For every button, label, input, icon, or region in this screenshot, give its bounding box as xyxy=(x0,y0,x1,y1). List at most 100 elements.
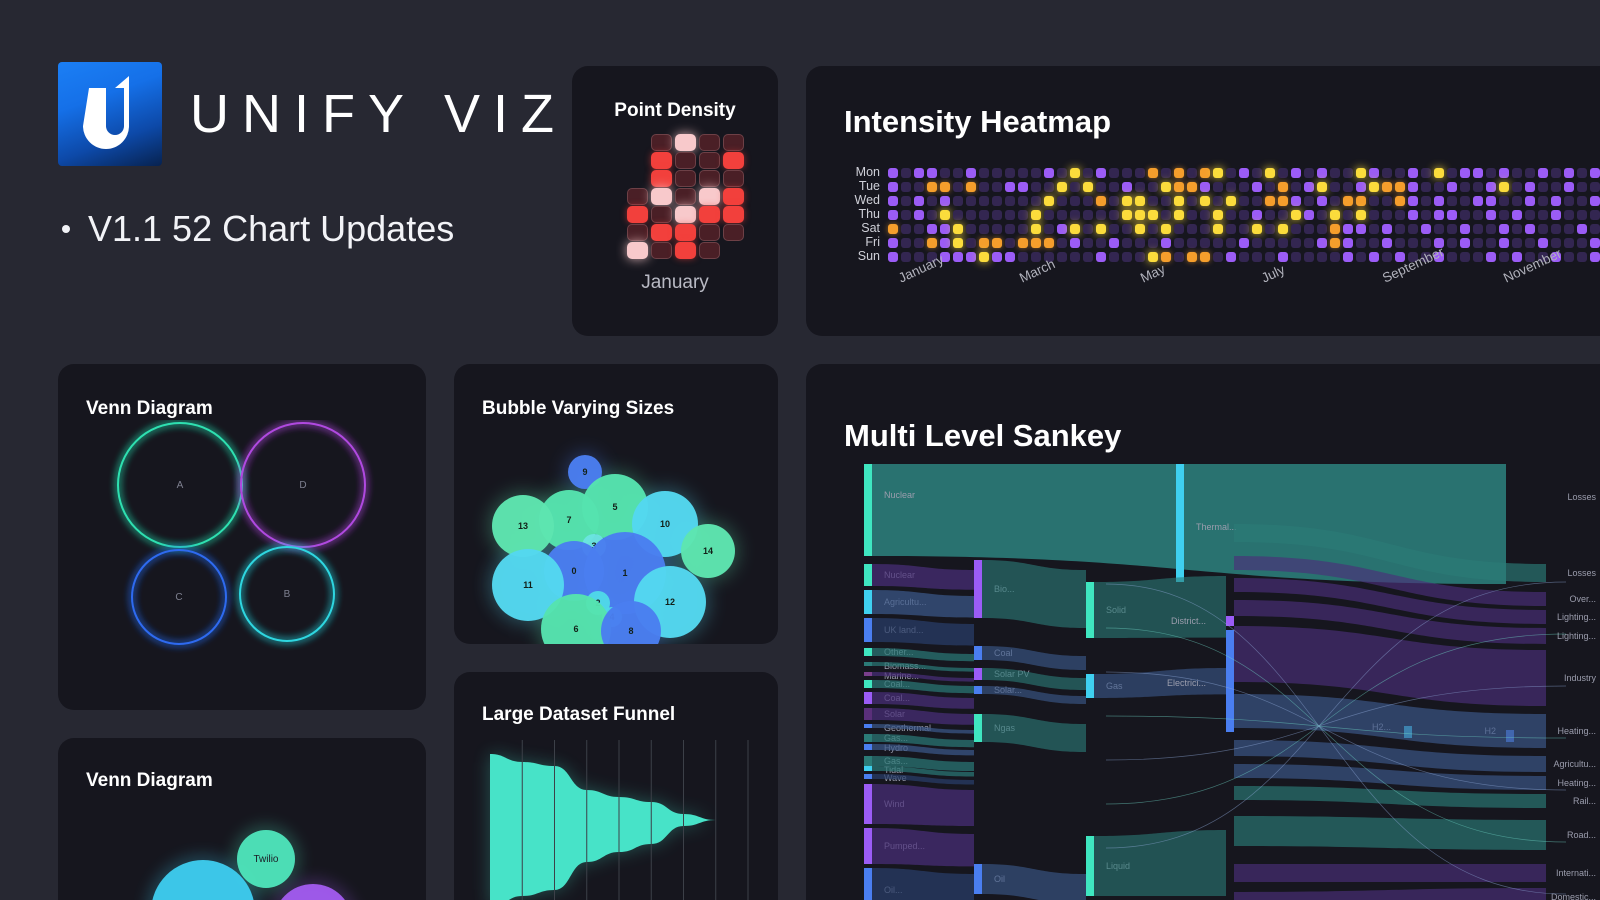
card-intensity-heatmap[interactable]: Intensity Heatmap Mon Tue Wed Thu Sat Fri Sun … xyxy=(806,66,1600,336)
heatmap-cell xyxy=(1447,181,1457,192)
heatmap-cell xyxy=(1252,167,1262,178)
heatmap-cell xyxy=(914,167,924,178)
heatmap-cell xyxy=(1122,237,1132,248)
heatmap-cell xyxy=(1044,237,1054,248)
heatmap-cell xyxy=(966,195,976,206)
density-cell xyxy=(723,170,744,187)
card-title: Intensity Heatmap xyxy=(844,104,1112,139)
heatmap-cell xyxy=(1187,209,1197,220)
heatmap-cell xyxy=(1499,223,1509,234)
heatmap-cell xyxy=(1291,167,1301,178)
heatmap-cell xyxy=(1226,223,1236,234)
density-cell xyxy=(723,188,744,205)
density-cell xyxy=(675,188,696,205)
venn-filled-plot: Twilio xyxy=(146,824,353,900)
heatmap-cell xyxy=(1369,251,1379,262)
heatmap-cell xyxy=(1486,167,1496,178)
heatmap-cell xyxy=(1291,195,1301,206)
density-cell xyxy=(699,242,720,259)
heatmap-cell xyxy=(1460,209,1470,220)
heatmap-cell xyxy=(1252,223,1262,234)
heatmap-cell xyxy=(979,195,989,206)
heatmap-cell xyxy=(1096,167,1106,178)
bubble-label: 7 xyxy=(566,515,571,525)
density-cell xyxy=(651,152,672,169)
heatmap-cell xyxy=(1200,223,1210,234)
heatmap-cell xyxy=(1291,223,1301,234)
point-density-grid xyxy=(572,132,778,262)
card-large-dataset-funnel[interactable]: Large Dataset Funnel xyxy=(454,672,778,900)
heatmap-cell xyxy=(1031,223,1041,234)
heatmap-cell xyxy=(1343,195,1353,206)
bubble-label: 14 xyxy=(703,546,713,556)
heatmap-cell xyxy=(1499,209,1509,220)
heatmap-cell xyxy=(888,181,898,192)
heatmap-cell xyxy=(1148,251,1158,262)
heatmap-cell xyxy=(940,209,950,220)
heatmap-row-label: Fri xyxy=(865,235,880,249)
sankey-node-label: Lighting... xyxy=(1557,631,1596,641)
heatmap-cell xyxy=(1213,195,1223,206)
heatmap-cell xyxy=(1057,167,1067,178)
heatmap-cell xyxy=(1590,251,1600,262)
heatmap-cell xyxy=(1382,195,1392,206)
heatmap-cell xyxy=(1161,209,1171,220)
heatmap-cell xyxy=(1096,181,1106,192)
heatmap-cell xyxy=(966,209,976,220)
heatmap-cell xyxy=(979,237,989,248)
heatmap-cell xyxy=(953,181,963,192)
sankey-node-label: Nuclear xyxy=(884,490,915,500)
card-venn-diagram-filled[interactable]: Venn Diagram Twilio xyxy=(58,738,426,900)
heatmap-cell xyxy=(979,251,989,262)
heatmap-cell xyxy=(1161,181,1171,192)
heatmap-cell xyxy=(1239,209,1249,220)
sankey-node-label: Rail... xyxy=(1573,796,1596,806)
heatmap-cell xyxy=(1148,237,1158,248)
card-bubble-varying-sizes[interactable]: Bubble Varying Sizes 9571310314011124126… xyxy=(454,364,778,644)
density-cell xyxy=(627,206,648,223)
card-point-density[interactable]: Point Density January xyxy=(572,66,778,336)
heatmap-cell xyxy=(1018,181,1028,192)
heatmap-cell xyxy=(1317,209,1327,220)
sankey-node-label: Losses xyxy=(1567,492,1596,502)
heatmap-cell xyxy=(1395,167,1405,178)
heatmap-cell xyxy=(1551,209,1561,220)
heatmap-cell xyxy=(1525,237,1535,248)
heatmap-cell xyxy=(1317,237,1327,248)
card-multi-level-sankey[interactable]: Multi Level Sankey Nuclear Thermal... Loss… xyxy=(806,364,1600,900)
venn-set-label: C xyxy=(175,592,182,603)
heatmap-row-label: Sun xyxy=(857,249,880,263)
density-cell xyxy=(675,224,696,241)
heatmap-cell xyxy=(1213,209,1223,220)
heatmap-cell xyxy=(1226,237,1236,248)
density-cell xyxy=(651,224,672,241)
heatmap-cell xyxy=(888,223,898,234)
heatmap-row: Mon xyxy=(844,166,1600,179)
heatmap-cell xyxy=(1304,237,1314,248)
sankey-node-label: District... xyxy=(1171,616,1206,626)
sankey-node-label: Domestic... xyxy=(1551,892,1596,900)
heatmap-cell xyxy=(927,181,937,192)
heatmap-cell xyxy=(1512,181,1522,192)
bubble-label: 8 xyxy=(628,626,633,636)
heatmap-cell xyxy=(1473,237,1483,248)
heatmap-cell xyxy=(1044,223,1054,234)
sankey-node-label: Electrici... xyxy=(1167,678,1206,688)
heatmap-cell xyxy=(953,237,963,248)
heatmap-cell xyxy=(1577,195,1587,206)
heatmap-cell xyxy=(1278,223,1288,234)
heatmap-cell xyxy=(966,167,976,178)
heatmap-cell xyxy=(1356,195,1366,206)
heatmap-cell xyxy=(1031,195,1041,206)
tagline-text: V1.1 52 Chart Updates xyxy=(88,208,455,249)
heatmap-cell xyxy=(1200,209,1210,220)
density-cell xyxy=(723,134,744,151)
density-cell xyxy=(675,152,696,169)
card-venn-diagram-outline[interactable]: Venn Diagram A D C B xyxy=(58,364,426,710)
card-title: Large Dataset Funnel xyxy=(482,704,676,725)
heatmap-cell xyxy=(1278,209,1288,220)
heatmap-cell xyxy=(1356,181,1366,192)
heatmap-cell xyxy=(1265,181,1275,192)
heatmap-cell xyxy=(1122,167,1132,178)
heatmap-cell xyxy=(1031,209,1041,220)
